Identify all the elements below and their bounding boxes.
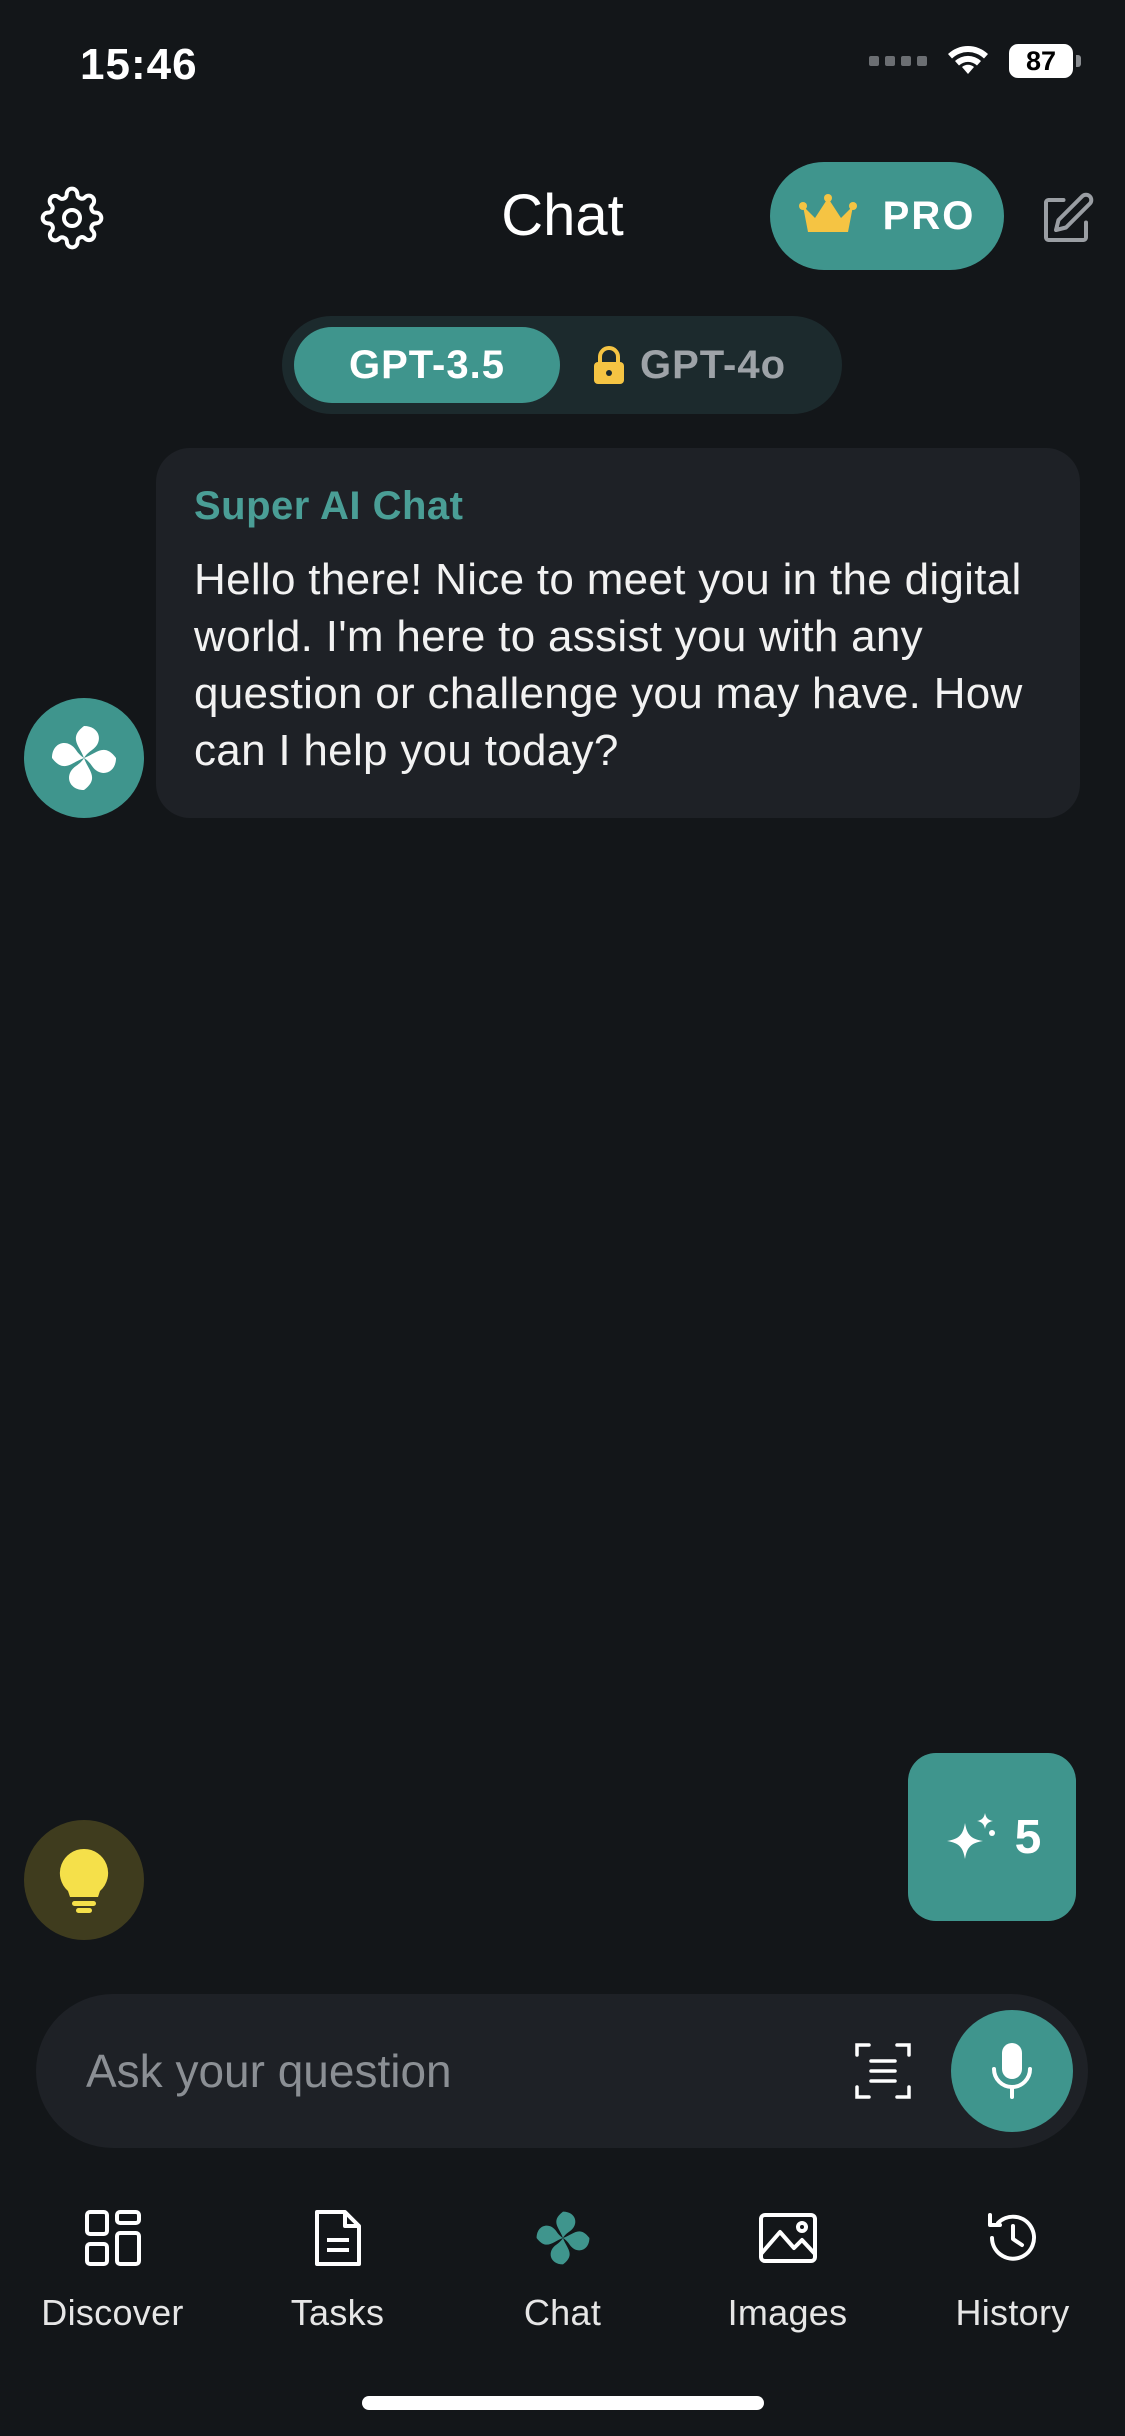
model-option-gpt4o[interactable]: GPT-4o xyxy=(592,327,786,403)
tab-chat[interactable]: Chat xyxy=(450,2194,675,2344)
tab-label: Images xyxy=(727,2292,848,2333)
tab-tasks[interactable]: Tasks xyxy=(225,2194,450,2344)
tab-label: Discover xyxy=(41,2292,184,2333)
model-option-label: GPT-4o xyxy=(640,342,787,387)
scan-text-icon xyxy=(855,2043,911,2099)
signal-icon xyxy=(869,56,927,66)
suggestions-button[interactable] xyxy=(24,1820,144,1940)
scan-button[interactable] xyxy=(846,2034,920,2108)
tab-history[interactable]: History xyxy=(900,2194,1125,2344)
tab-label: History xyxy=(955,2292,1070,2333)
model-selector: GPT-3.5 GPT-4o xyxy=(282,316,842,414)
crown-icon xyxy=(798,194,857,232)
grid-icon xyxy=(84,2210,141,2266)
status-icons: 87 xyxy=(869,44,1081,78)
status-time: 15:46 xyxy=(80,40,198,89)
new-chat-button[interactable] xyxy=(1030,184,1102,256)
microphone-icon xyxy=(992,2043,1032,2099)
chat-logo-icon xyxy=(536,2211,589,2265)
message-sender: Super AI Chat xyxy=(194,484,464,528)
lock-icon xyxy=(594,346,624,384)
question-input[interactable] xyxy=(86,2034,846,2108)
home-indicator xyxy=(362,2396,764,2410)
chat-logo-icon xyxy=(52,726,116,790)
pro-label: PRO xyxy=(882,193,976,238)
edit-icon xyxy=(1044,192,1094,242)
battery-level: 87 xyxy=(1009,44,1073,78)
wifi-icon xyxy=(945,44,991,78)
credits-button[interactable]: 5 xyxy=(908,1753,1076,1921)
message-text: Hello there! Nice to meet you in the dig… xyxy=(194,555,1023,775)
chat-screen: 15:46 87 Chat PRO GPT-3.5 GPT-4o Super A… xyxy=(0,0,1125,2436)
tab-label: Chat xyxy=(523,2292,602,2333)
credits-count: 5 xyxy=(1014,1810,1042,1864)
model-option-gpt35[interactable]: GPT-3.5 xyxy=(294,327,560,403)
bot-message: Super AI Chat Hello there! Nice to meet … xyxy=(156,448,1080,818)
tab-label: Tasks xyxy=(290,2292,385,2333)
tab-discover[interactable]: Discover xyxy=(0,2194,225,2344)
microphone-button[interactable] xyxy=(951,2010,1073,2132)
avatar xyxy=(24,698,144,818)
pro-upgrade-button[interactable]: PRO xyxy=(770,162,1004,270)
lightbulb-icon xyxy=(59,1848,109,1913)
image-icon xyxy=(758,2213,817,2263)
tab-bar: Discover Tasks Chat Images History xyxy=(0,2194,1125,2344)
document-icon xyxy=(314,2210,361,2266)
tab-images[interactable]: Images xyxy=(675,2194,900,2344)
history-icon xyxy=(987,2213,1036,2261)
battery-icon: 87 xyxy=(1009,44,1081,78)
input-bar xyxy=(36,1994,1088,2148)
sparkle-icon xyxy=(946,1813,995,1859)
